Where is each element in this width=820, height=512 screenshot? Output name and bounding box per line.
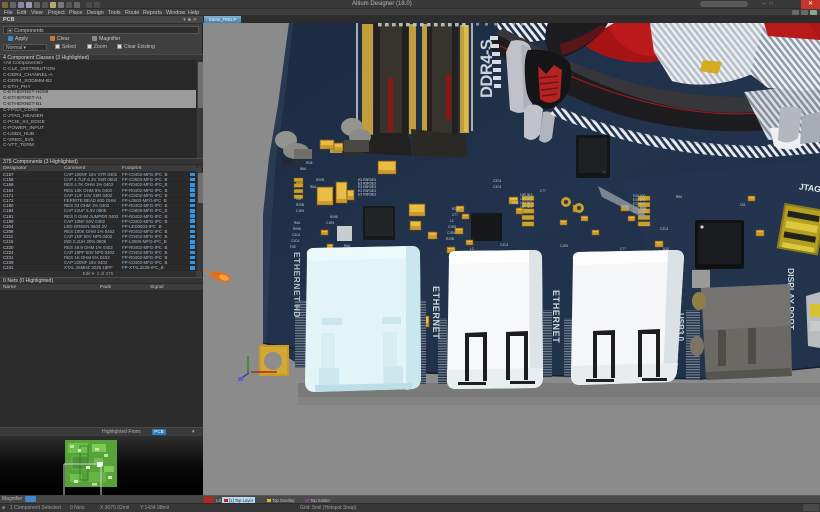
- svg-text:103: 103: [296, 197, 302, 201]
- svg-text:R6A: R6A: [300, 167, 307, 171]
- svg-text:R20B: R20B: [316, 178, 324, 182]
- svg-text:E3 R3R3E3: E3 R3R3E3: [358, 192, 376, 196]
- svg-text:R6A: R6A: [676, 195, 683, 199]
- svg-text:103: 103: [740, 203, 746, 207]
- svg-text:C1R4: C1R4: [447, 231, 455, 235]
- svg-text:C3C4: C3C4: [660, 227, 668, 231]
- svg-text:F08: F08: [290, 245, 296, 249]
- svg-text:ETHERNET: ETHERNET: [431, 286, 441, 339]
- svg-text:C77: C77: [620, 247, 626, 251]
- svg-text:R098: R098: [293, 227, 301, 231]
- svg-text:C3C4: C3C4: [291, 239, 299, 243]
- svg-text:C3C4: C3C4: [292, 233, 300, 237]
- svg-text:ETHERNET: ETHERNET: [551, 290, 561, 343]
- svg-text:ETHERNET HD: ETHERNET HD: [292, 252, 302, 318]
- svg-text:C3C4: C3C4: [493, 185, 501, 189]
- svg-text:C3C4: C3C4: [493, 179, 501, 183]
- svg-text:R6A: R6A: [294, 221, 301, 225]
- svg-text:R20B: R20B: [296, 203, 304, 207]
- svg-text:C77: C77: [540, 189, 546, 193]
- svg-text:C1R4: C1R4: [448, 225, 456, 229]
- svg-text:RN8: RN8: [512, 201, 519, 205]
- svg-text:C1R4: C1R4: [296, 209, 304, 213]
- svg-text:C1R4: C1R4: [326, 221, 334, 225]
- svg-text:103: 103: [340, 193, 346, 197]
- svg-text:L2: L2: [450, 219, 454, 223]
- svg-text:RN8: RN8: [306, 161, 313, 165]
- svg-text:C77: C77: [452, 213, 458, 217]
- svg-text:R6A: R6A: [310, 185, 317, 189]
- svg-text:10R 3E3: 10R 3E3: [520, 205, 533, 209]
- svg-text:R098: R098: [330, 215, 338, 219]
- svg-text:C1R4: C1R4: [560, 244, 568, 248]
- svg-text:R20B: R20B: [452, 207, 460, 211]
- svg-text:R20B: R20B: [446, 237, 454, 241]
- svg-text:C3C4: C3C4: [500, 243, 508, 247]
- svg-text:L2: L2: [470, 247, 474, 251]
